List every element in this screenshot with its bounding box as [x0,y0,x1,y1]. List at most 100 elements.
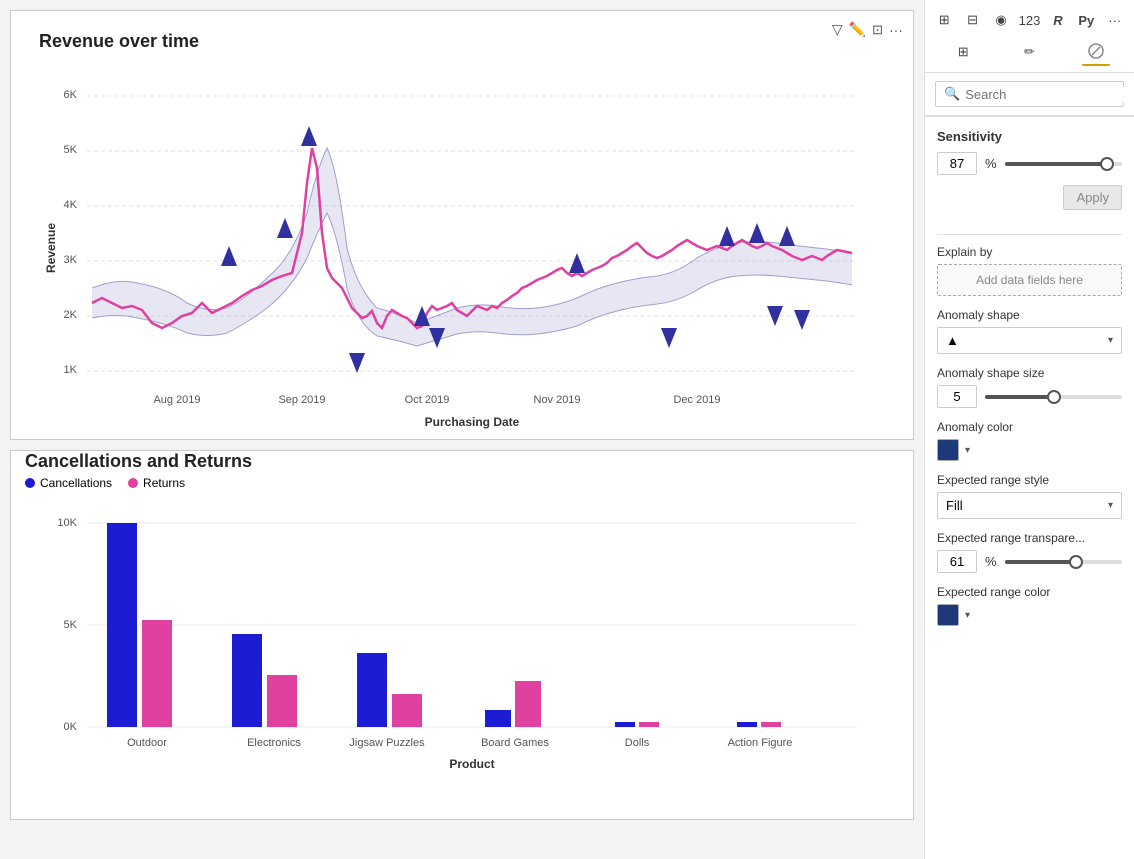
anomaly-shape-arrow: ▾ [1108,335,1113,346]
analytics-icon[interactable] [1082,38,1110,66]
sensitivity-label: Sensitivity [937,129,1122,144]
expected-range-style-select[interactable]: Fill ▾ [937,492,1122,519]
search-bar: 🔍 [925,73,1134,116]
anomaly-color-label: Anomaly color [937,420,1122,434]
anomaly-up-3 [661,328,677,348]
expected-transparency-value[interactable]: 61 [937,550,977,573]
bar-electronics-returns [267,675,297,727]
expected-range-transparency-label: Expected range transpare... [937,531,1122,545]
apply-button[interactable]: Apply [1063,185,1122,210]
anomaly-up-5 [794,310,810,330]
y-axis-label: Revenue [44,223,58,273]
sensitivity-value[interactable]: 87 [937,152,977,175]
icon-row-1: ⊞ ⊟ ◉ 123 R Py ··· [931,4,1128,36]
pencil-icon[interactable]: ✏ [1015,38,1043,66]
expected-range-style-label: Expected range style [937,473,1122,487]
legend-cancellations: Cancellations [25,476,112,490]
more-visuals-icon[interactable]: ··· [1102,6,1128,34]
legend-dot-returns [128,478,138,488]
x-label-electronics: Electronics [247,737,301,749]
expected-range-color-label: Expected range color [937,585,1122,599]
bar-jigsaw-cancellations [357,653,387,727]
x-tick-dec: Dec 2019 [673,394,720,406]
line-chart-svg: 6K 5K 4K 3K 2K 1K Revenue Aug 2019 Sep 2… [37,58,887,438]
anomaly-up-1 [349,353,365,373]
expand-icon[interactable]: ⊡ [872,22,883,38]
y-tick-4k: 4K [64,199,78,211]
anomaly-color-swatch[interactable] [937,439,959,461]
chart-legend: Cancellations Returns [11,472,913,498]
x-tick-aug: Aug 2019 [153,394,200,406]
x-tick-nov: Nov 2019 [533,394,580,406]
sensitivity-slider-thumb[interactable] [1100,157,1114,171]
sensitivity-percent: % [985,156,997,171]
legend-label-cancellations: Cancellations [40,476,112,490]
table-icon[interactable]: ⊞ [931,6,957,34]
expected-transparency-thumb[interactable] [1069,555,1083,569]
explain-by-dropzone[interactable]: Add data fields here [937,264,1122,296]
kpi-icon[interactable]: 123 [1016,6,1042,34]
search-input[interactable] [965,87,1134,102]
anomaly-1 [301,126,317,146]
expected-transparency-control: 61 % [937,550,1122,573]
grid-icon[interactable]: ⊞ [949,38,977,66]
bar-boardgames-cancellations [485,710,511,727]
y-bar-5k: 5K [64,619,78,631]
divider-1 [937,234,1122,235]
anomaly-shape-size-label: Anomaly shape size [937,366,1122,380]
anomaly-size-slider-thumb[interactable] [1047,390,1061,404]
bar-chart-svg: 10K 5K 0K Outdoor Electronics Jigsaw [37,498,887,793]
x-axis-label: Purchasing Date [425,415,520,429]
bar-chart-title: Cancellations and Returns [11,441,266,477]
filter-icon[interactable]: ▽ [832,21,843,38]
x-label-dolls: Dolls [625,737,650,749]
anomaly-shape-label: Anomaly shape [937,308,1122,322]
x-tick-sep: Sep 2019 [278,394,325,406]
y-tick-2k: 2K [64,309,78,321]
sensitivity-slider-fill [1005,162,1107,166]
expected-range-style-value: Fill [946,498,963,513]
x-label-jigsaw: Jigsaw Puzzles [349,737,425,749]
expected-range-color-arrow[interactable]: ▾ [965,610,970,621]
anomaly-size-value[interactable]: 5 [937,385,977,408]
card-icon[interactable]: ◉ [988,6,1014,34]
anomaly-2 [221,246,237,266]
line-chart-container: Revenue over time ▽ ✏️ ⊡ ··· 6K 5K 4K 3K… [10,10,914,440]
anomaly-size-slider[interactable] [985,395,1122,399]
more-icon[interactable]: ··· [889,22,903,38]
matrix-icon[interactable]: ⊟ [959,6,985,34]
legend-label-returns: Returns [143,476,185,490]
edit-icon[interactable]: ✏️ [849,21,866,38]
py-icon[interactable]: Py [1073,6,1099,34]
x-label-outdoor: Outdoor [127,737,167,749]
x-label-boardgames: Board Games [481,737,549,749]
anomaly-size-slider-fill [985,395,1054,399]
expected-transparency-slider[interactable] [1005,560,1122,564]
bar-dolls-returns [639,722,659,727]
anomaly-color-arrow[interactable]: ▾ [965,445,970,456]
main-content: Revenue over time ▽ ✏️ ⊡ ··· 6K 5K 4K 3K… [0,0,924,859]
anomaly-3 [277,218,293,238]
anomaly-size-control: 5 [937,385,1122,408]
expected-range-color-swatch[interactable] [937,604,959,626]
bar-dolls-cancellations [615,722,635,727]
y-bar-0k: 0K [64,721,78,733]
search-icon: 🔍 [944,86,960,102]
expected-range-style-arrow: ▾ [1108,500,1113,511]
y-tick-6k: 6K [64,89,78,101]
sensitivity-row-wrapper: 87 % Apply [937,152,1122,224]
sensitivity-control: 87 % [937,152,1122,175]
search-input-wrapper[interactable]: 🔍 [935,81,1124,107]
right-panel: ⊞ ⊟ ◉ 123 R Py ··· ⊞ ✏ 🔍 [924,0,1134,859]
expected-transparency-percent: % [985,554,997,569]
r-icon[interactable]: R [1045,6,1071,34]
y-bar-10k: 10K [57,517,77,529]
x-axis-bar-label: Product [449,757,494,771]
anomaly-shape-select[interactable]: ▲ ▾ [937,327,1122,354]
y-tick-3k: 3K [64,254,78,266]
settings-panel: Sensitivity 87 % Apply Explain by Add da… [925,116,1134,859]
sensitivity-slider[interactable] [1005,162,1122,166]
bar-outdoor-returns [142,620,172,727]
chart-toolbar: ▽ ✏️ ⊡ ··· [832,21,903,38]
y-tick-1k: 1K [64,364,78,376]
